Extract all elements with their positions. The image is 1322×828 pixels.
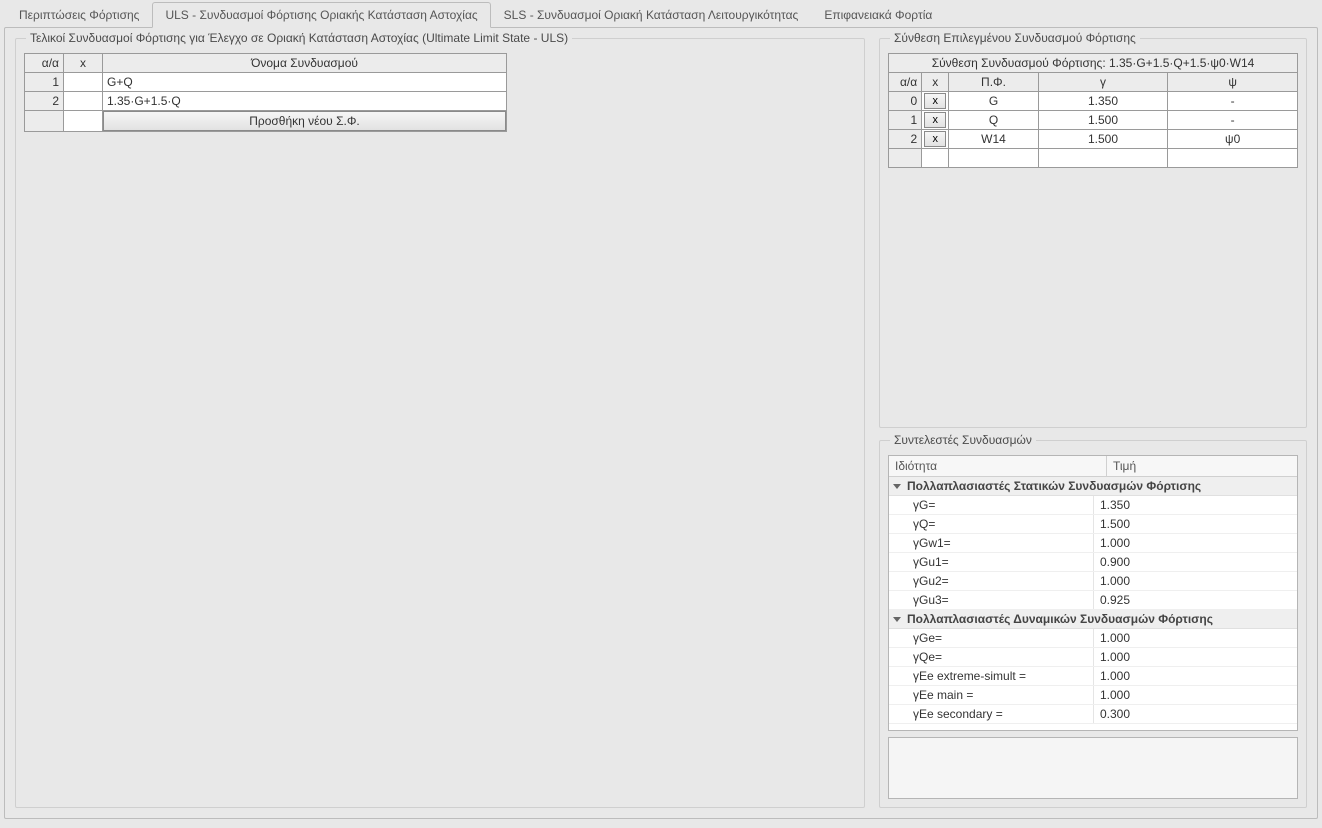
row-name[interactable]: 1.35·G+1.5·Q — [103, 92, 507, 111]
chevron-down-icon — [893, 617, 901, 622]
uls-group-title: Τελικοί Συνδυασμοί Φόρτισης για Έλεγχο σ… — [26, 31, 572, 45]
property-row[interactable]: γQ=1.500 — [889, 515, 1297, 534]
tab-bar: Περιπτώσεις Φόρτισης ULS - Συνδυασμοί Φό… — [0, 0, 1322, 28]
col-pf: Π.Φ. — [949, 73, 1038, 92]
uls-combinations-group: Τελικοί Συνδυασμοί Φόρτισης για Έλεγχο σ… — [15, 38, 865, 808]
group-dynamic[interactable]: Πολλαπλασιαστές Δυναμικών Συνδυασμών Φόρ… — [889, 610, 1297, 629]
property-row[interactable]: γGu3=0.925 — [889, 591, 1297, 610]
table-row-add: Προσθήκη νέου Σ.Φ. — [25, 111, 507, 132]
coefficients-group-title: Συντελεστές Συνδυασμών — [890, 433, 1036, 447]
composition-title: Σύνθεση Συνδυασμού Φόρτισης: 1.35·G+1.5·… — [889, 54, 1298, 73]
delete-row-button[interactable]: x — [924, 131, 946, 147]
tab-surface-loads[interactable]: Επιφανειακά Φορτία — [811, 2, 945, 28]
tab-content: Τελικοί Συνδυασμοί Φόρτισης για Έλεγχο σ… — [4, 27, 1318, 819]
property-grid[interactable]: Ιδιότητα Τιμή Πολλαπλασιαστές Στατικών Σ… — [888, 455, 1298, 731]
table-row[interactable]: 0 x G 1.350 - — [889, 92, 1298, 111]
col-index: α/α — [25, 54, 64, 73]
tab-load-cases[interactable]: Περιπτώσεις Φόρτισης — [6, 2, 152, 28]
property-row[interactable]: γEe extreme-simult =1.000 — [889, 667, 1297, 686]
table-row-empty[interactable] — [889, 149, 1298, 168]
header-value: Τιμή — [1107, 456, 1297, 476]
combinations-table[interactable]: α/α x Όνομα Συνδυασμού 1 G+Q 2 1.35·G+1.… — [24, 53, 507, 132]
col-x: x — [64, 54, 103, 73]
composition-group-title: Σύνθεση Επιλεγμένου Συνδυασμού Φόρτισης — [890, 31, 1140, 45]
table-row[interactable]: 1 G+Q — [25, 73, 507, 92]
composition-group: Σύνθεση Επιλεγμένου Συνδυασμού Φόρτισης … — [879, 38, 1307, 428]
col-psi: ψ — [1168, 73, 1298, 92]
chevron-down-icon — [893, 484, 901, 489]
col-gamma: γ — [1038, 73, 1168, 92]
table-row[interactable]: 1 x Q 1.500 - — [889, 111, 1298, 130]
composition-table[interactable]: Σύνθεση Συνδυασμού Φόρτισης: 1.35·G+1.5·… — [888, 53, 1298, 168]
table-row[interactable]: 2 x W14 1.500 ψ0 — [889, 130, 1298, 149]
group-static[interactable]: Πολλαπλασιαστές Στατικών Συνδυασμών Φόρτ… — [889, 477, 1297, 496]
property-row[interactable]: γQe=1.000 — [889, 648, 1297, 667]
row-index: 1 — [25, 73, 64, 92]
property-row[interactable]: γG=1.350 — [889, 496, 1297, 515]
property-grid-header: Ιδιότητα Τιμή — [889, 456, 1297, 477]
tab-sls[interactable]: SLS - Συνδυασμοί Οριακή Κατάσταση Λειτου… — [491, 2, 812, 28]
property-row[interactable]: γGe=1.000 — [889, 629, 1297, 648]
header-property: Ιδιότητα — [889, 456, 1107, 476]
tab-uls[interactable]: ULS - Συνδυασμοί Φόρτισης Οριακής Κατάστ… — [152, 2, 490, 28]
col-name: Όνομα Συνδυασμού — [103, 54, 507, 73]
col-index: α/α — [889, 73, 922, 92]
property-row[interactable]: γGu2=1.000 — [889, 572, 1297, 591]
add-combination-button[interactable]: Προσθήκη νέου Σ.Φ. — [103, 111, 506, 131]
coefficients-group: Συντελεστές Συνδυασμών Ιδιότητα Τιμή Πολ… — [879, 440, 1307, 808]
property-row[interactable]: γEe secondary =0.300 — [889, 705, 1297, 724]
row-name[interactable]: G+Q — [103, 73, 507, 92]
row-index: 2 — [25, 92, 64, 111]
description-panel — [888, 737, 1298, 799]
row-x[interactable] — [64, 92, 103, 111]
delete-row-button[interactable]: x — [924, 112, 946, 128]
property-row[interactable]: γGw1=1.000 — [889, 534, 1297, 553]
property-row[interactable]: γGu1=0.900 — [889, 553, 1297, 572]
delete-row-button[interactable]: x — [924, 93, 946, 109]
property-row[interactable]: γEe main =1.000 — [889, 686, 1297, 705]
row-x[interactable] — [64, 73, 103, 92]
app-window: Περιπτώσεις Φόρτισης ULS - Συνδυασμοί Φό… — [0, 0, 1322, 828]
table-row[interactable]: 2 1.35·G+1.5·Q — [25, 92, 507, 111]
col-x: x — [922, 73, 949, 92]
